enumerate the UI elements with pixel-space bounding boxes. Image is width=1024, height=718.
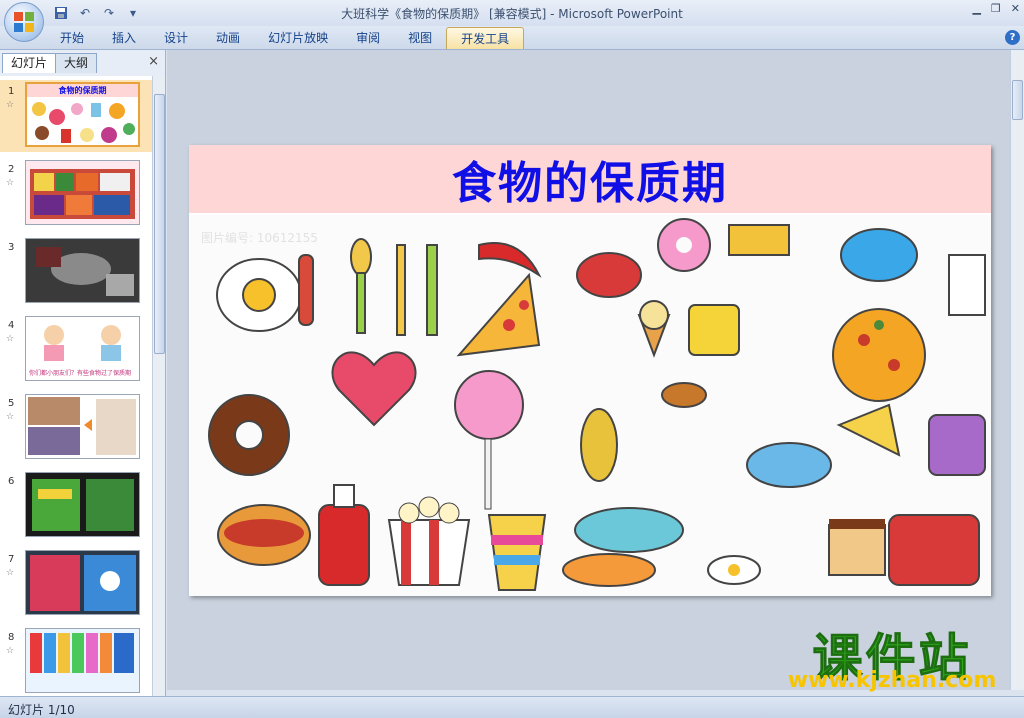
animation-star-icon: ☆ <box>6 412 15 422</box>
tab-outline[interactable]: 大纲 <box>55 53 98 73</box>
tab-animations[interactable]: 动画 <box>202 27 254 49</box>
slide-thumbnail-image <box>25 394 140 459</box>
restore-icon[interactable]: ❐ <box>991 2 1001 15</box>
thumbnail-title: 食物的保质期 <box>27 84 138 97</box>
tab-review[interactable]: 审阅 <box>342 27 394 49</box>
slide-thumbnail[interactable]: 1 ☆ 食物的保质期 <box>0 80 152 152</box>
window-title: 大班科学《食物的保质期》 [兼容模式] - Microsoft PowerPoi… <box>341 7 683 21</box>
minimize-icon[interactable]: ▁ <box>972 2 980 15</box>
site-logo: 课件站 www.kjzhan.com <box>774 618 1010 694</box>
ribbon-tabs: 开始 插入 设计 动画 幻灯片放映 审阅 视图 开发工具 <box>46 26 525 50</box>
slide-number: 4 <box>8 320 15 331</box>
animation-star-icon: ☆ <box>6 178 15 188</box>
site-url: www.kjzhan.com <box>787 668 997 693</box>
scrollbar-thumb[interactable] <box>154 94 165 354</box>
image-watermark: 图片编号: 10612155 <box>201 231 318 245</box>
slide-thumbnail-image: 你们都小朋友们？有些食物过了保质期 <box>25 316 140 381</box>
slide-thumbnail-image <box>25 238 140 303</box>
tab-slideshow[interactable]: 幻灯片放映 <box>254 27 342 49</box>
ribbon: 开始 插入 设计 动画 幻灯片放映 审阅 视图 开发工具 ? <box>0 26 1024 50</box>
animation-star-icon: ☆ <box>6 334 15 344</box>
slide-thumbnail-image <box>25 160 140 225</box>
tab-insert[interactable]: 插入 <box>98 27 150 49</box>
slide-editor: 食物的保质期 图片编号: 10612155 <box>167 50 1010 690</box>
thumbnail-scrollbar[interactable] <box>152 76 165 696</box>
slide-number: 3 <box>8 242 15 253</box>
office-logo-icon <box>14 12 34 32</box>
title-bar: ↶ ↷ ▾ 大班科学《食物的保质期》 [兼容模式] - Microsoft Po… <box>0 0 1024 26</box>
tab-developer[interactable]: 开发工具 <box>446 27 525 49</box>
window-controls: ▁ ❐ ✕ <box>972 2 1020 15</box>
slide-number: 1 <box>8 86 15 97</box>
slides-panel: 幻灯片 大纲 × 1 ☆ 食物的保质期 2 ☆ 3 4 ☆ 你们都小朋友们？有些… <box>0 50 166 696</box>
food-collage-image[interactable]: 图片编号: 10612155 <box>189 215 991 596</box>
slide-thumbnail[interactable]: 5 ☆ <box>0 392 152 464</box>
slide-number: 7 <box>8 554 15 565</box>
slide-number: 2 <box>8 164 15 175</box>
editor-scrollbar[interactable] <box>1010 50 1024 690</box>
close-window-icon[interactable]: ✕ <box>1011 2 1020 15</box>
slide-counter: 幻灯片 1/10 <box>8 703 75 717</box>
tab-design[interactable]: 设计 <box>150 27 202 49</box>
slide-thumbnail[interactable]: 7 ☆ <box>0 548 152 620</box>
tab-home[interactable]: 开始 <box>46 27 98 49</box>
slide-number: 5 <box>8 398 15 409</box>
animation-star-icon: ☆ <box>6 568 15 578</box>
slide-thumbnail[interactable]: 4 ☆ 你们都小朋友们？有些食物过了保质期 <box>0 314 152 386</box>
animation-star-icon: ☆ <box>6 100 15 110</box>
slide-thumbnail[interactable]: 6 <box>0 470 152 542</box>
thumbnail-caption: 你们都小朋友们？有些食物过了保质期 <box>29 370 132 377</box>
slide-thumbnail[interactable]: 3 <box>0 236 152 308</box>
animation-star-icon: ☆ <box>6 646 15 656</box>
food-collage-drawing <box>189 215 991 596</box>
slide-thumbnail-image <box>25 628 140 693</box>
scrollbar-thumb[interactable] <box>1012 80 1023 120</box>
slide-number: 6 <box>8 476 15 487</box>
tab-slides[interactable]: 幻灯片 <box>2 53 57 73</box>
office-button[interactable] <box>4 2 44 42</box>
slide-number: 8 <box>8 632 15 643</box>
close-panel-icon[interactable]: × <box>148 54 159 69</box>
current-slide[interactable]: 食物的保质期 图片编号: 10612155 <box>189 145 991 596</box>
slide-thumbnail-image <box>25 472 140 537</box>
slide-thumbnail[interactable]: 8 ☆ <box>0 626 152 696</box>
panel-tabs: 幻灯片 大纲 <box>2 53 98 73</box>
slide-thumbnail-image <box>25 550 140 615</box>
slide-title[interactable]: 食物的保质期 <box>189 147 991 211</box>
slide-thumbnail-list: 1 ☆ 食物的保质期 2 ☆ 3 4 ☆ 你们都小朋友们？有些食物过了保质期 5… <box>0 76 152 696</box>
slide-thumbnail[interactable]: 2 ☆ <box>0 158 152 230</box>
slide-thumbnail-image: 食物的保质期 <box>25 82 140 147</box>
status-bar: 幻灯片 1/10 <box>0 696 1024 718</box>
food-collage-mini <box>32 102 135 143</box>
help-icon[interactable]: ? <box>1005 30 1020 45</box>
tab-view[interactable]: 视图 <box>394 27 446 49</box>
